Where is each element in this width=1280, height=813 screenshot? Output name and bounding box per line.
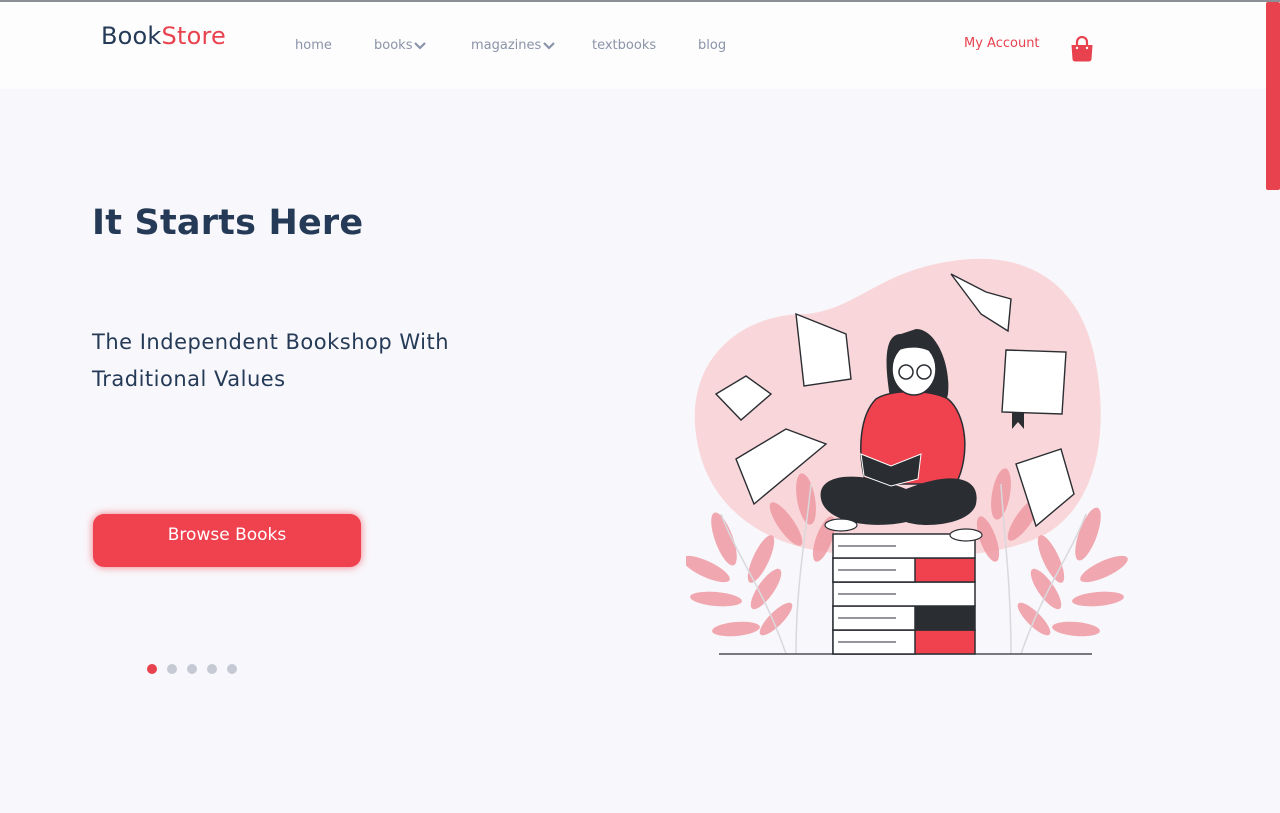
brand-logo-part2: Store bbox=[161, 22, 226, 50]
slider-pagination bbox=[147, 664, 237, 674]
slider-dot[interactable] bbox=[147, 664, 157, 674]
nav-item-label: magazines bbox=[471, 38, 542, 53]
shopping-bag-icon[interactable] bbox=[1070, 36, 1094, 62]
hero-subtitle-line: The Independent Bookshop With bbox=[92, 330, 450, 354]
browse-books-button[interactable]: Browse Books bbox=[93, 514, 361, 567]
my-account-link[interactable]: My Account bbox=[964, 36, 1040, 51]
slider-dot[interactable] bbox=[207, 664, 217, 674]
chevron-down-icon bbox=[543, 41, 556, 50]
nav-item-textbooks[interactable]: textbooks bbox=[592, 38, 656, 53]
hero-subtitle-line: Traditional Values bbox=[92, 367, 286, 391]
nav-item-magazines[interactable]: magazines bbox=[471, 38, 556, 53]
reading-woman-illustration bbox=[686, 258, 1128, 655]
slider-dot[interactable] bbox=[187, 664, 197, 674]
slider-dot[interactable] bbox=[167, 664, 177, 674]
hero-title: It Starts Here bbox=[92, 203, 364, 243]
hero-subtitle: The Independent Bookshop With Traditiona… bbox=[92, 324, 492, 398]
nav-item-home[interactable]: home bbox=[295, 38, 332, 53]
nav-item-blog[interactable]: blog bbox=[698, 38, 726, 53]
nav-item-label: home bbox=[295, 38, 332, 53]
nav-item-label: textbooks bbox=[592, 38, 657, 53]
brand-logo[interactable]: BookStore bbox=[101, 22, 226, 50]
brand-logo-part1: Book bbox=[101, 22, 162, 50]
nav-item-label: blog bbox=[698, 38, 727, 53]
slider-dot[interactable] bbox=[227, 664, 237, 674]
nav-item-label: books bbox=[374, 38, 413, 53]
nav-item-books[interactable]: books bbox=[374, 38, 427, 53]
chevron-down-icon bbox=[414, 41, 427, 50]
scrollbar-thumb[interactable] bbox=[1266, 2, 1280, 190]
site-header: BookStore home books magazines textbooks… bbox=[0, 2, 1266, 89]
